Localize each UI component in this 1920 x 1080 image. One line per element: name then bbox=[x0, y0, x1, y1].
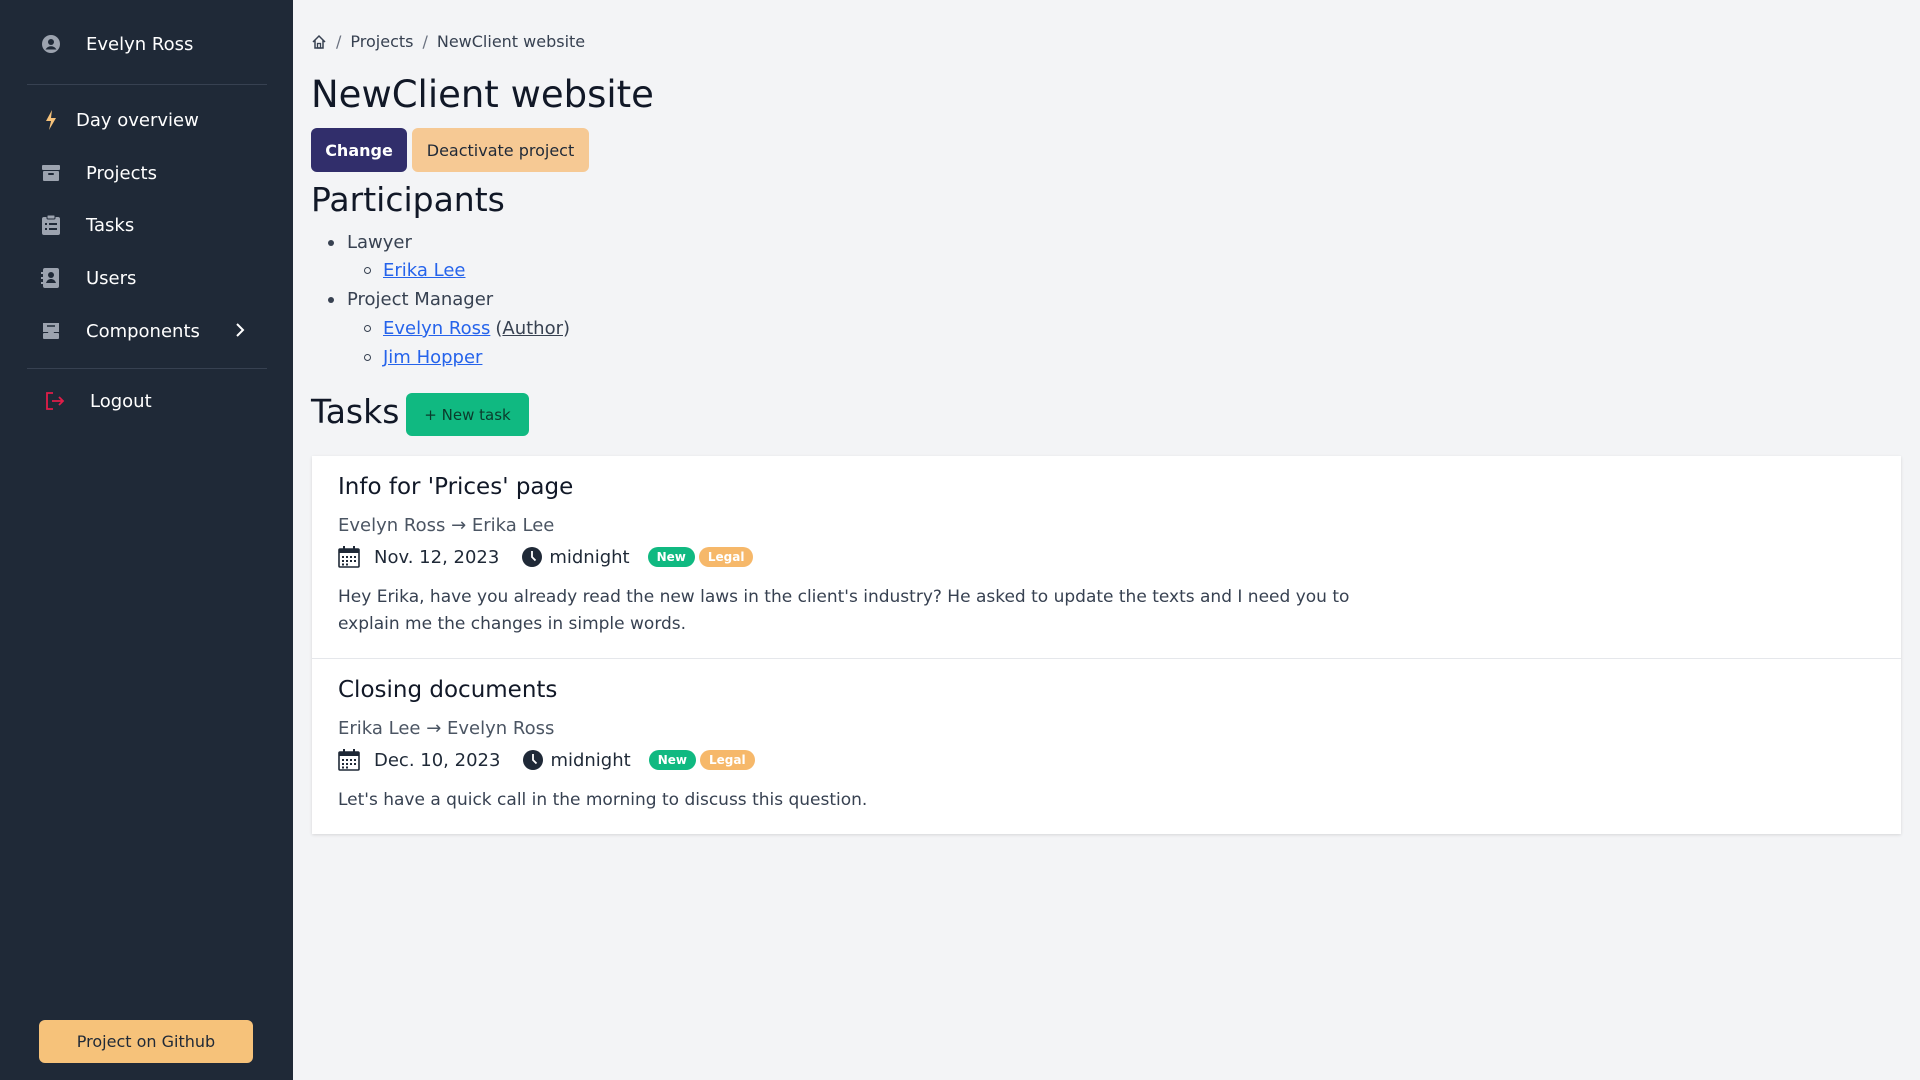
task-time: midnight bbox=[549, 546, 630, 568]
clock-icon bbox=[521, 546, 543, 568]
calendar-icon bbox=[338, 749, 360, 771]
status-badge: New bbox=[647, 547, 695, 567]
bolt-icon bbox=[40, 109, 62, 131]
user-circle-icon bbox=[40, 33, 62, 55]
sidebar-item-label: Projects bbox=[86, 162, 157, 184]
status-badge: New bbox=[648, 750, 696, 770]
role-label: Project Manager bbox=[347, 289, 494, 310]
archive-icon bbox=[40, 162, 62, 184]
bullet bbox=[364, 354, 371, 361]
role-label: Lawyer bbox=[347, 232, 412, 253]
sidebar-item-logout[interactable]: Logout bbox=[44, 390, 152, 412]
sidebar-item-components[interactable]: Components bbox=[40, 320, 245, 342]
tasks-heading: Tasks bbox=[311, 392, 400, 431]
task-list: Info for 'Prices' page Evelyn Ross → Eri… bbox=[312, 456, 1901, 834]
breadcrumb-current: NewClient website bbox=[436, 32, 586, 51]
sidebar-item-label: Components bbox=[86, 320, 200, 342]
category-badge: Legal bbox=[698, 547, 754, 567]
task-meta: Dec. 10, 2023 midnight New Legal bbox=[338, 749, 755, 771]
category-badge: Legal bbox=[699, 750, 755, 770]
user-name: Evelyn Ross bbox=[86, 33, 194, 55]
breadcrumb-projects[interactable]: Projects bbox=[350, 32, 413, 51]
calendar-icon bbox=[338, 546, 360, 568]
participant-item: Jim Hopper bbox=[364, 347, 482, 368]
chevron-right-icon bbox=[235, 321, 245, 342]
address-book-icon bbox=[40, 267, 62, 289]
task-date: Nov. 12, 2023 bbox=[374, 546, 500, 568]
bullet bbox=[364, 325, 371, 332]
bullet bbox=[364, 267, 371, 274]
deactivate-project-button[interactable]: Deactivate project bbox=[412, 128, 589, 172]
sidebar: Evelyn Ross Day overview Projects Tasks … bbox=[0, 0, 293, 1080]
task-divider bbox=[312, 658, 1901, 659]
sidebar-divider bbox=[27, 368, 267, 369]
participants-heading: Participants bbox=[311, 180, 505, 219]
sidebar-item-label: Tasks bbox=[86, 214, 135, 236]
sidebar-item-projects[interactable]: Projects bbox=[40, 162, 157, 184]
task-description: Hey Erika, have you already read the new… bbox=[338, 587, 1350, 634]
inbox-icon bbox=[40, 320, 62, 342]
sidebar-item-label: Day overview bbox=[76, 109, 199, 131]
task-people: Evelyn Ross → Erika Lee bbox=[338, 515, 555, 536]
user-profile[interactable]: Evelyn Ross bbox=[40, 33, 193, 55]
home-icon[interactable] bbox=[311, 34, 327, 50]
logout-icon bbox=[44, 390, 66, 412]
sidebar-item-label: Users bbox=[86, 267, 137, 289]
participant-link[interactable]: Jim Hopper bbox=[383, 347, 482, 368]
clock-icon bbox=[522, 749, 544, 771]
sidebar-item-day-overview[interactable]: Day overview bbox=[40, 109, 199, 131]
sidebar-item-users[interactable]: Users bbox=[40, 267, 136, 289]
breadcrumb: / Projects / NewClient website bbox=[311, 32, 585, 51]
task-date: Dec. 10, 2023 bbox=[374, 749, 501, 771]
breadcrumb-separator: / bbox=[422, 32, 428, 51]
bullet bbox=[328, 239, 334, 246]
task-title[interactable]: Closing documents bbox=[338, 677, 557, 703]
role-item: Lawyer bbox=[328, 232, 412, 253]
clipboard-icon bbox=[40, 214, 62, 236]
sidebar-item-label: Logout bbox=[90, 390, 152, 412]
task-meta: Nov. 12, 2023 midnight New Legal bbox=[338, 546, 754, 568]
participant-link[interactable]: Erika Lee bbox=[383, 260, 466, 281]
task-title[interactable]: Info for 'Prices' page bbox=[338, 474, 573, 500]
sidebar-divider bbox=[27, 84, 267, 85]
task-time: midnight bbox=[550, 749, 631, 771]
task-people: Erika Lee → Evelyn Ross bbox=[338, 718, 555, 739]
participant-item: Erika Lee bbox=[364, 260, 466, 281]
bullet bbox=[328, 296, 334, 303]
github-button[interactable]: Project on Github bbox=[39, 1020, 253, 1063]
sidebar-item-tasks[interactable]: Tasks bbox=[40, 214, 134, 236]
change-button[interactable]: Change bbox=[311, 128, 407, 172]
task-description: Let's have a quick call in the morning t… bbox=[338, 790, 868, 810]
participant-link[interactable]: Evelyn Ross bbox=[383, 318, 490, 339]
page-title: NewClient website bbox=[311, 73, 654, 116]
breadcrumb-separator: / bbox=[336, 32, 342, 51]
role-item: Project Manager bbox=[328, 289, 493, 310]
new-task-button[interactable]: + New task bbox=[406, 393, 529, 436]
author-note: (Author) bbox=[495, 318, 571, 339]
participant-item: Evelyn Ross (Author) bbox=[364, 318, 570, 339]
